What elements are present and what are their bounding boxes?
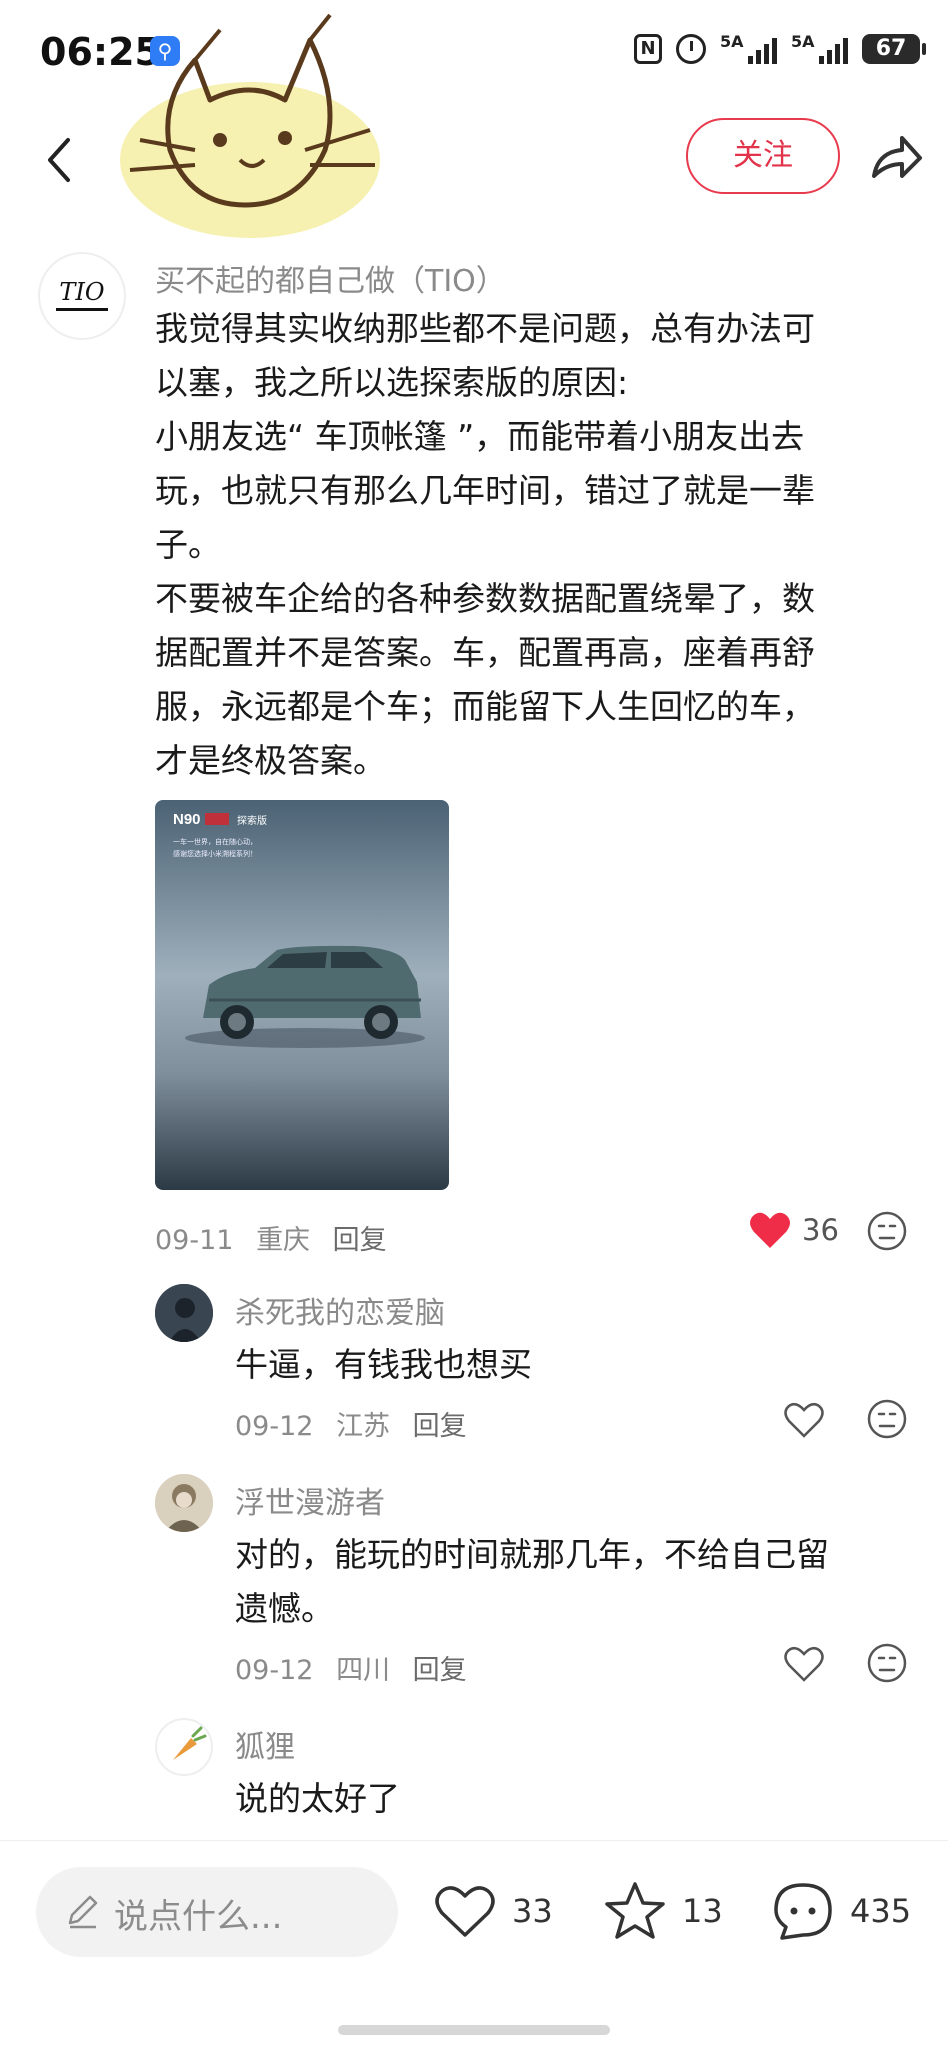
- comment-line: 小朋友选“ 车顶帐篷 ”，而能带着小朋友出去: [155, 417, 805, 456]
- nfc-icon: N: [634, 34, 662, 64]
- comment-bubble-icon: [774, 1883, 832, 1940]
- image-model-text: N90: [173, 811, 201, 828]
- back-icon[interactable]: [38, 130, 78, 190]
- avatar[interactable]: TIO: [38, 252, 126, 340]
- home-indicator[interactable]: [338, 2025, 610, 2035]
- dislike-icon[interactable]: [866, 1642, 908, 1684]
- comment-body: 对的，能玩的时间就那几年，不给自己留 遗憾。: [235, 1528, 925, 1636]
- share-icon[interactable]: [866, 128, 926, 188]
- avatar[interactable]: [155, 1284, 213, 1342]
- comment-image[interactable]: N90 探索版 一车一世界，自在随心动， 感谢您选择小米溯程系列！: [155, 800, 449, 1190]
- comment-date: 09-12: [235, 1655, 314, 1686]
- comment-line: 遗憾。: [235, 1589, 334, 1628]
- signal-icon: 5A: [720, 32, 777, 64]
- comment-line: 服，永远都是个车；而能留下人生回忆的车，: [155, 687, 815, 726]
- avatar-photo: [155, 1474, 213, 1532]
- status-icons: N 5A 5A 67: [634, 32, 926, 64]
- reply-button[interactable]: 回复: [333, 1225, 387, 1256]
- comment-line: 不要被车企给的各种参数数据配置绕晕了，数: [155, 579, 815, 618]
- battery-icon: 67: [862, 34, 926, 64]
- image-edition-text: 探索版: [237, 814, 267, 827]
- avatar[interactable]: [155, 1718, 213, 1776]
- comment-location: 重庆: [256, 1225, 311, 1256]
- comment-body: 说的太好了: [235, 1772, 925, 1826]
- comment-meta: 09-12 江苏 回复: [235, 1404, 481, 1443]
- comment-action[interactable]: 435: [770, 1873, 911, 1949]
- pen-icon: [68, 1895, 98, 1929]
- comment-line: 说的太好了: [235, 1779, 400, 1818]
- image-tagline: 感谢您选择小米溯程系列！: [173, 849, 257, 858]
- carrot-avatar-icon: [173, 1726, 207, 1760]
- comment-input[interactable]: 说点什么...: [36, 1867, 398, 1957]
- comment-line: 对的，能玩的时间就那几年，不给自己留: [235, 1535, 829, 1574]
- comment-meta: 09-12 四川 回复: [235, 1648, 481, 1687]
- image-tagline: 一车一世界，自在随心动，: [173, 837, 257, 846]
- avatar-logo-text: TIO: [59, 278, 104, 306]
- comment-line: 才是终极答案。: [155, 741, 386, 780]
- tio-logo: TIO: [56, 278, 108, 311]
- comment-line: 据配置并不是答案。车，配置再高，座着再舒: [155, 633, 815, 672]
- comment-line: 子。: [155, 525, 221, 564]
- avatar[interactable]: [155, 1474, 213, 1532]
- favorite-count: 13: [682, 1892, 723, 1930]
- comment-username[interactable]: 浮世漫游者: [235, 1478, 385, 1522]
- alarm-icon: [676, 34, 706, 64]
- comment-line: 以塞，我之所以选探索版的原因:: [155, 363, 629, 402]
- like-button[interactable]: 36: [748, 1210, 839, 1250]
- dislike-icon[interactable]: [866, 1398, 908, 1440]
- comment-line: 牛逼，有钱我也想买: [235, 1345, 532, 1384]
- input-placeholder: 说点什么...: [114, 1897, 283, 1937]
- heart-outline-icon[interactable]: [782, 1400, 826, 1440]
- comment-username[interactable]: 杀死我的恋爱脑: [235, 1288, 445, 1332]
- signal-label: 5A: [720, 32, 744, 51]
- signal-label: 5A: [791, 32, 815, 51]
- bottom-bar: 说点什么... 33 13 435: [0, 1840, 948, 2048]
- reply-button[interactable]: 回复: [413, 1655, 467, 1686]
- comment-line: 我觉得其实收纳那些都不是问题，总有办法可: [155, 309, 815, 348]
- dislike-icon[interactable]: [866, 1210, 908, 1252]
- comment-location: 四川: [336, 1655, 391, 1686]
- like-count: 33: [512, 1892, 553, 1930]
- follow-button[interactable]: 关注: [686, 118, 840, 194]
- like-action[interactable]: 33: [432, 1873, 553, 1949]
- star-outline-icon: [605, 1882, 665, 1939]
- comment-location: 江苏: [336, 1411, 391, 1442]
- heart-outline-icon: [435, 1886, 495, 1937]
- comment-body: 牛逼，有钱我也想买: [235, 1338, 925, 1392]
- comment-username[interactable]: 买不起的都自己做（TIO）: [155, 256, 506, 300]
- avatar-photo: [155, 1284, 213, 1342]
- back-chevron-icon: [48, 138, 70, 182]
- comment-meta: 09-11 重庆 回复: [155, 1218, 401, 1257]
- like-count: 36: [802, 1213, 839, 1247]
- comment-username[interactable]: 狐狸: [235, 1722, 295, 1766]
- heart-outline-icon[interactable]: [782, 1644, 826, 1684]
- cat-doodle-sticker: [120, 13, 380, 238]
- comment-date: 09-12: [235, 1411, 314, 1442]
- reply-button[interactable]: 回复: [413, 1411, 467, 1442]
- signal-icon: 5A: [791, 32, 848, 64]
- comment-date: 09-11: [155, 1225, 234, 1256]
- heart-filled-icon: [750, 1212, 790, 1248]
- favorite-action[interactable]: 13: [602, 1873, 723, 1949]
- comment-body: 我觉得其实收纳那些都不是问题，总有办法可 以塞，我之所以选探索版的原因: 小朋友…: [155, 302, 915, 788]
- comment-count: 435: [850, 1892, 912, 1930]
- comment-line: 玩，也就只有那么几年时间，错过了就是一辈: [155, 471, 815, 510]
- top-nav: 关注: [0, 13, 948, 250]
